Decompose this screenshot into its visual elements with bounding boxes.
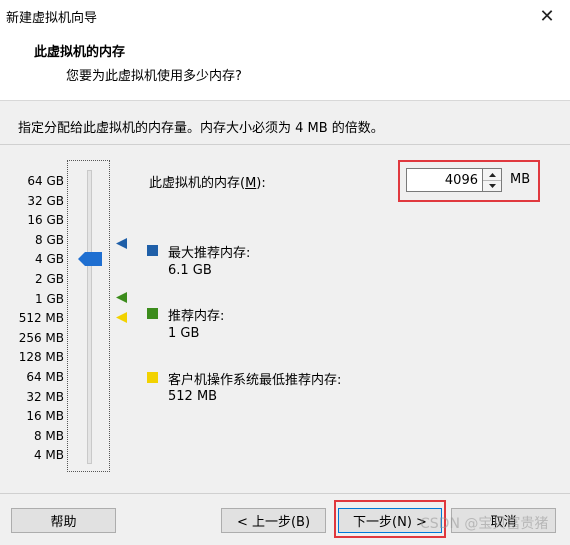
help-button[interactable]: 帮助	[11, 508, 116, 533]
scale-label: 64 MB	[26, 370, 64, 384]
scale-label: 4 GB	[35, 252, 64, 266]
memory-unit: MB	[510, 172, 531, 187]
max-recommended-marker-icon	[116, 238, 127, 249]
recommended-value: 1 GB	[168, 326, 200, 341]
memory-slider-thumb[interactable]	[78, 252, 102, 266]
max-recommended-title: 最大推荐内存:	[168, 246, 251, 261]
scale-label: 32 MB	[26, 390, 64, 404]
scale-label: 64 GB	[27, 174, 64, 188]
scale-label: 128 MB	[18, 350, 64, 364]
back-button[interactable]: < 上一步(B)	[221, 508, 326, 533]
max-recommended-color-icon	[147, 245, 158, 256]
scale-label: 32 GB	[27, 194, 64, 208]
instruction-text: 指定分配给此虚拟机的内存量。内存大小必须为 4 MB 的倍数。	[18, 121, 384, 136]
memory-slider-track[interactable]	[87, 170, 92, 464]
recommended-color-icon	[147, 308, 158, 319]
memory-field-label: 此虚拟机的内存(M):	[149, 176, 266, 191]
scale-label: 512 MB	[18, 311, 64, 325]
guest-min-marker-icon	[116, 312, 127, 323]
divider-bottom	[0, 493, 570, 494]
divider-top	[0, 144, 570, 145]
guest-min-value: 512 MB	[168, 389, 218, 404]
page-subtitle: 您要为此虚拟机使用多少内存?	[66, 69, 242, 84]
recommended-marker-icon	[116, 292, 127, 303]
guest-min-title: 客户机操作系统最低推荐内存:	[168, 373, 342, 388]
watermark-text: CSDN @宝贝富贵猪	[420, 516, 549, 532]
scale-label: 16 GB	[27, 213, 64, 227]
scale-label: 4 MB	[33, 448, 64, 462]
spin-down-button[interactable]	[483, 180, 501, 191]
scale-label: 8 MB	[33, 429, 64, 443]
recommended-title: 推荐内存:	[168, 309, 225, 324]
chevron-up-icon	[488, 172, 496, 177]
max-recommended-value: 6.1 GB	[168, 263, 212, 278]
memory-input[interactable]	[406, 168, 483, 192]
scale-label: 8 GB	[35, 233, 64, 247]
close-icon[interactable]: ✕	[524, 0, 570, 32]
scale-label: 2 GB	[35, 272, 64, 286]
window-title: 新建虚拟机向导	[6, 11, 98, 26]
wizard-header: 此虚拟机的内存 您要为此虚拟机使用多少内存?	[0, 32, 570, 101]
scale-label: 256 MB	[18, 331, 64, 345]
page-title: 此虚拟机的内存	[34, 45, 126, 60]
guest-min-color-icon	[147, 372, 158, 383]
chevron-down-icon	[488, 183, 496, 188]
scale-label: 16 MB	[26, 409, 64, 423]
scale-label: 1 GB	[35, 292, 64, 306]
memory-spinner	[483, 168, 502, 192]
title-bar: 新建虚拟机向导 ✕	[0, 0, 570, 32]
